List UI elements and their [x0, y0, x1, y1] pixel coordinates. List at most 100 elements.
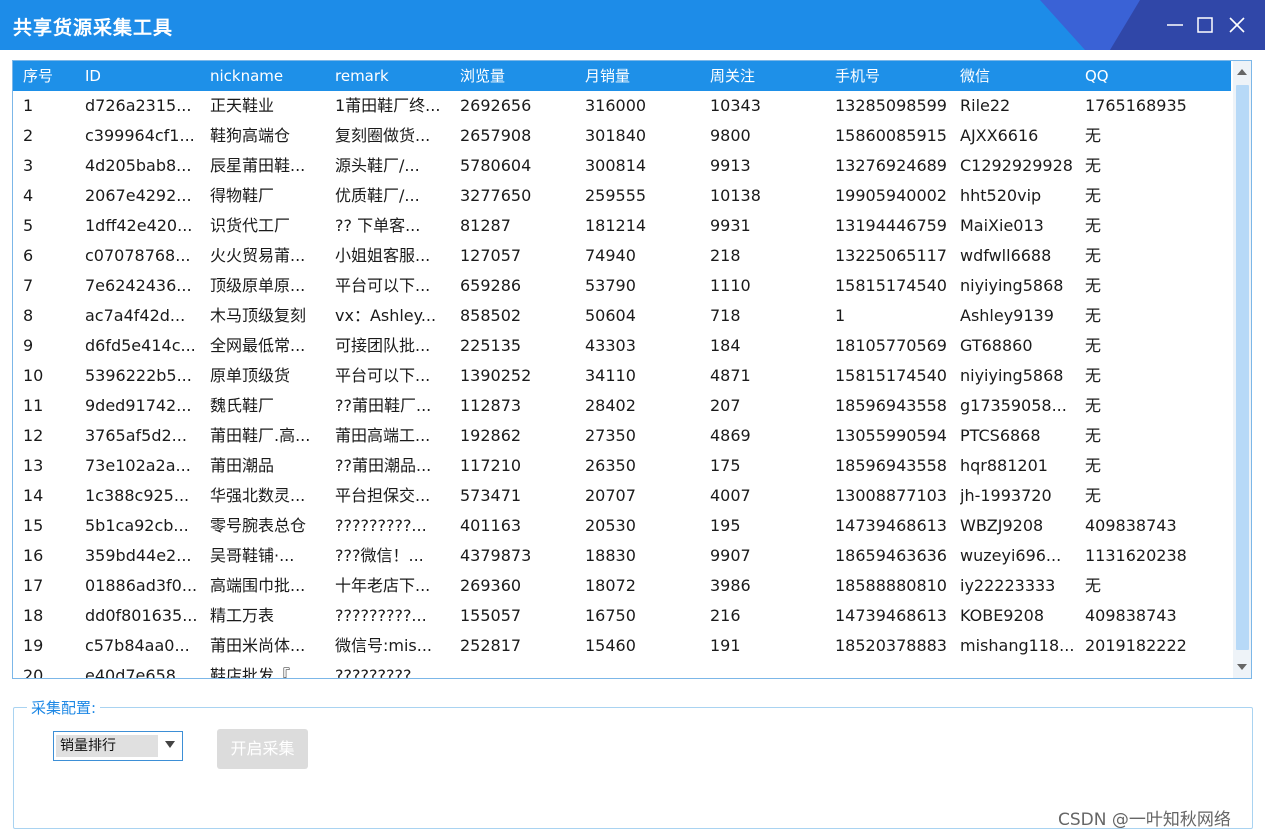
scroll-down-arrow-icon	[1237, 664, 1247, 670]
cell-index: 5	[23, 216, 34, 235]
table-row[interactable]: 2 c399964cf1... 鞋狗高端仓 复刻圈做货... 2657908 301840…	[13, 121, 1231, 151]
scroll-up-button[interactable]	[1233, 61, 1251, 83]
table-row[interactable]: 6 c07078768... 火火贸易莆... 小姐姐客服... 127057 74940…	[13, 241, 1231, 271]
cell-id: 3765af5d2...	[85, 426, 187, 445]
col-header-remark[interactable]: remark	[335, 61, 389, 91]
close-button[interactable]	[1226, 14, 1248, 36]
minimize-button[interactable]	[1164, 14, 1186, 36]
cell-remark: vx：Ashley...	[335, 306, 437, 325]
cell-monthly-sales: 259555	[585, 186, 647, 205]
vertical-scrollbar[interactable]	[1233, 61, 1251, 678]
cell-nickname: 精工万表	[210, 606, 275, 625]
cell-remark: 莆田高端工...	[335, 426, 431, 445]
col-header-monthly-sales[interactable]: 月销量	[585, 61, 630, 91]
table-row[interactable]: 14 1c388c925... 华强北数灵... 平台担保交... 573471 2070…	[13, 481, 1231, 511]
cell-qq: 1765168935	[1085, 96, 1187, 115]
cell-nickname: 顶级原单原...	[210, 276, 306, 295]
cell-phone: 19905940002	[835, 186, 947, 205]
cell-nickname: 高端围巾批...	[210, 576, 306, 595]
cell-id: dd0f801635...	[85, 606, 198, 625]
col-header-views[interactable]: 浏览量	[460, 61, 505, 91]
cell-remark: 可接团队批...	[335, 336, 431, 355]
table-row[interactable]: 20 e40d7e658... 鞋店批发『...?????????...	[13, 661, 1231, 678]
table-row[interactable]: 7 7e6242436... 顶级原单原... 平台可以下... 659286 53790…	[13, 271, 1231, 301]
cell-index: 11	[23, 396, 44, 415]
table-row[interactable]: 16 359bd44e2... 吴哥鞋铺·... ???微信！... 4379873 18…	[13, 541, 1231, 571]
cell-remark: ?????????...	[335, 606, 427, 625]
cell-phone: 18596943558	[835, 396, 947, 415]
table-row[interactable]: 8 ac7a4f42d... 木马顶级复刻 vx：Ashley... 858502 506…	[13, 301, 1231, 331]
cell-remark: ?? 下单客...	[335, 216, 421, 235]
cell-views: 4379873	[460, 546, 532, 565]
cell-qq: 409838743	[1085, 516, 1177, 535]
table-row[interactable]: 1 d726a2315... 正天鞋业 1莆田鞋厂终... 2692656 316000 1…	[13, 91, 1231, 121]
cell-views: 127057	[460, 246, 522, 265]
table-row[interactable]: 13 73e102a2a... 莆田潮品 ??莆田潮品... 117210 26350 17…	[13, 451, 1231, 481]
cell-views: 155057	[460, 606, 522, 625]
scroll-down-button[interactable]	[1233, 656, 1251, 678]
cell-nickname: 识货代工厂	[210, 216, 291, 235]
cell-index: 16	[23, 546, 44, 565]
cell-weekly-follows: 4007	[710, 486, 751, 505]
cell-views: 5780604	[460, 156, 532, 175]
start-collect-button[interactable]: 开启采集	[217, 729, 308, 769]
cell-monthly-sales: 18072	[585, 576, 636, 595]
table-row[interactable]: 15 5b1ca92cb... 零号腕表总仓?????????... 401163 20…	[13, 511, 1231, 541]
cell-remark: ?????????...	[335, 666, 427, 678]
cell-views: 2657908	[460, 126, 532, 145]
cell-id: c07078768...	[85, 246, 191, 265]
cell-index: 14	[23, 486, 44, 505]
cell-id: 73e102a2a...	[85, 456, 191, 475]
cell-index: 19	[23, 636, 44, 655]
maximize-button[interactable]	[1194, 14, 1216, 36]
col-header-qq[interactable]: QQ	[1085, 61, 1109, 91]
col-header-nickname[interactable]: nickname	[210, 61, 283, 91]
table-row[interactable]: 10 5396222b5... 原单顶级货 平台可以下... 1390252 34110 4…	[13, 361, 1231, 391]
data-grid[interactable]: 序号 ID nickname remark 浏览量 月销量 周关注 手机号 微信…	[12, 60, 1252, 679]
col-header-index[interactable]: 序号	[23, 61, 53, 91]
cell-monthly-sales: 50604	[585, 306, 636, 325]
cell-id: 5b1ca92cb...	[85, 516, 189, 535]
cell-qq: 无	[1085, 246, 1102, 265]
cell-wechat: Ashley9139	[960, 306, 1054, 325]
cell-nickname: 火火贸易莆...	[210, 246, 306, 265]
cell-views: 2692656	[460, 96, 532, 115]
cell-phone: 13055990594	[835, 426, 947, 445]
table-row[interactable]: 3 4d205bab8... 辰星莆田鞋... 源头鞋厂/... 5780604 3008…	[13, 151, 1231, 181]
cell-phone: 18659463636	[835, 546, 947, 565]
cell-wechat: iy22223333	[960, 576, 1056, 595]
table-row[interactable]: 9 d6fd5e414c... 全网最低常... 可接团队批... 225135 4330…	[13, 331, 1231, 361]
cell-qq: 无	[1085, 186, 1102, 205]
cell-id: 1dff42e420...	[85, 216, 193, 235]
table-row[interactable]: 11 9ded91742... 魏氏鞋厂 ??莆田鞋厂... 112873 28402 20…	[13, 391, 1231, 421]
col-header-wechat[interactable]: 微信	[960, 61, 990, 91]
cell-wechat: GT68860	[960, 336, 1033, 355]
table-row[interactable]: 18 dd0f801635... 精工万表?????????... 155057 167…	[13, 601, 1231, 631]
cell-weekly-follows: 10138	[710, 186, 761, 205]
cell-qq: 2019182222	[1085, 636, 1187, 655]
col-header-id[interactable]: ID	[85, 61, 101, 91]
cell-monthly-sales: 28402	[585, 396, 636, 415]
cell-nickname: 辰星莆田鞋...	[210, 156, 306, 175]
cell-views: 192862	[460, 426, 522, 445]
cell-id: 01886ad3f0...	[85, 576, 198, 595]
table-row[interactable]: 4 2067e4292... 得物鞋厂 优质鞋厂/... 3277650 259555 10…	[13, 181, 1231, 211]
cell-nickname: 木马顶级复刻	[210, 306, 307, 325]
cell-nickname: 全网最低常...	[210, 336, 306, 355]
scrollbar-thumb[interactable]	[1236, 85, 1249, 650]
mode-select[interactable]: 销量排行	[53, 731, 183, 761]
table-row[interactable]: 12 3765af5d2... 莆田鞋厂.高... 莆田高端工... 192862 273…	[13, 421, 1231, 451]
cell-monthly-sales: 18830	[585, 546, 636, 565]
cell-remark: 平台担保交...	[335, 486, 431, 505]
cell-nickname: 零号腕表总仓	[210, 516, 307, 535]
cell-views: 573471	[460, 486, 522, 505]
cell-wechat: jh-1993720	[960, 486, 1052, 505]
cell-index: 12	[23, 426, 44, 445]
table-row[interactable]: 5 1dff42e420... 识货代工厂 ?? 下单客... 81287 181214 9…	[13, 211, 1231, 241]
table-row[interactable]: 17 01886ad3f0... 高端围巾批... 十年老店下... 269360 180…	[13, 571, 1231, 601]
table-row[interactable]: 19 c57b84aa0... 莆田米尚体... 微信号:mis... 252817 15…	[13, 631, 1231, 661]
scroll-up-arrow-icon	[1237, 69, 1247, 75]
cell-qq: 无	[1085, 396, 1102, 415]
col-header-phone[interactable]: 手机号	[835, 61, 880, 91]
col-header-weekly-follows[interactable]: 周关注	[710, 61, 755, 91]
